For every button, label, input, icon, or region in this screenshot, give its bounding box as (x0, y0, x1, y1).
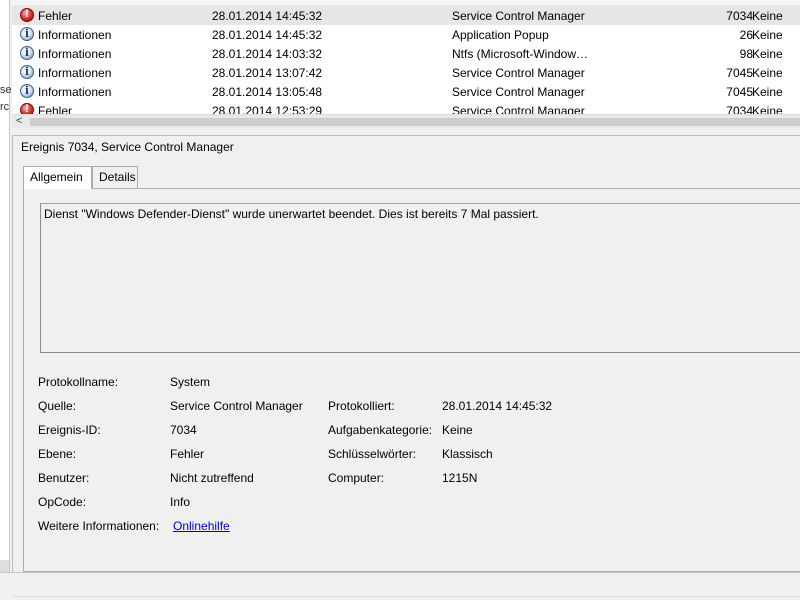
info-icon (20, 27, 34, 41)
event-row[interactable]: Informationen 28.01.2014 14:45:32 Applic… (12, 25, 800, 44)
ebene-label: Ebene: (38, 447, 77, 461)
adjacent-pane-fragment: rc (0, 101, 10, 113)
event-date: 28.01.2014 12:53:29 (212, 104, 323, 114)
event-task-category: Keine (752, 47, 783, 61)
bottom-bar (0, 572, 800, 600)
error-icon (20, 8, 34, 22)
tab-panel-allgemein: Dienst "Windows Defender-Dienst" wurde u… (23, 188, 800, 572)
event-level: Fehler (38, 104, 73, 114)
event-date: 28.01.2014 13:05:48 (212, 85, 323, 99)
event-task-category: Keine (752, 9, 783, 23)
opcode-value: Info (170, 495, 191, 509)
protokollname-label: Protokollname: (38, 375, 119, 389)
aufgabenkategorie-label: Aufgabenkategorie: (328, 423, 433, 437)
event-id: 7034 (726, 9, 753, 23)
event-date: 28.01.2014 14:45:32 (212, 28, 323, 42)
benutzer-value: Nicht zutreffend (170, 471, 254, 485)
event-details-pane: Ereignis 7034, Service Control Manager A… (12, 136, 800, 572)
quelle-value: Service Control Manager (170, 399, 303, 413)
benutzer-label: Benutzer: (38, 471, 90, 485)
event-source: Service Control Manager (452, 9, 585, 23)
event-id: 26 (739, 28, 753, 42)
pane-splitter[interactable] (12, 128, 800, 136)
aufgabenkategorie-value: Keine (442, 423, 473, 437)
event-list[interactable]: Fehler 28.01.2014 14:45:32 Service Contr… (12, 0, 800, 114)
info-icon (20, 65, 34, 79)
ebene-value: Fehler (170, 447, 205, 461)
protokolliert-label: Protokolliert: (328, 399, 395, 413)
event-row[interactable]: Informationen 28.01.2014 13:07:42 Servic… (12, 63, 800, 82)
schluesselwoerter-value: Klassisch (442, 447, 493, 461)
event-level: Informationen (38, 85, 112, 99)
quelle-label: Quelle: (38, 399, 77, 413)
event-details-title: Ereignis 7034, Service Control Manager (21, 140, 234, 154)
event-id: 98 (739, 47, 753, 61)
event-message: Dienst "Windows Defender-Dienst" wurde u… (44, 207, 539, 221)
event-level: Informationen (38, 28, 112, 42)
event-date: 28.01.2014 14:03:32 (212, 47, 323, 61)
tab-allgemein[interactable]: Allgemein (23, 166, 92, 189)
event-source: Ntfs (Microsoft-Window… (452, 47, 589, 61)
schluesselwoerter-label: Schlüsselwörter: (328, 447, 417, 461)
event-task-category: Keine (752, 28, 783, 42)
adjacent-pane-edge: se rc (0, 0, 12, 600)
horizontal-scrollbar[interactable]: < (12, 114, 800, 128)
ereignis-id-value: 7034 (170, 423, 197, 437)
event-message-box[interactable]: Dienst "Windows Defender-Dienst" wurde u… (40, 203, 800, 353)
event-level: Informationen (38, 66, 112, 80)
event-date: 28.01.2014 13:07:42 (212, 66, 323, 80)
event-source: Service Control Manager (452, 104, 585, 114)
event-row[interactable]: Fehler 28.01.2014 12:53:29 Service Contr… (12, 101, 800, 114)
event-id: 7034 (726, 104, 753, 114)
protokollname-value: System (170, 375, 211, 389)
opcode-label: OpCode: (38, 495, 87, 509)
computer-value: 1215N (442, 471, 478, 485)
ereignis-id-label: Ereignis-ID: (38, 423, 101, 437)
event-level: Fehler (38, 9, 73, 23)
info-icon (20, 84, 34, 98)
onlinehilfe-link[interactable]: Onlinehilfe (173, 519, 230, 533)
tab-details[interactable]: Details (92, 166, 138, 188)
error-icon (20, 103, 34, 114)
event-row[interactable]: Informationen 28.01.2014 13:05:48 Servic… (12, 82, 800, 101)
event-row[interactable]: Informationen 28.01.2014 14:03:32 Ntfs (… (12, 44, 800, 63)
weitere-informationen-label: Weitere Informationen: (38, 519, 160, 533)
event-source: Application Popup (452, 28, 549, 42)
protokolliert-value: 28.01.2014 14:45:32 (442, 399, 553, 413)
event-source: Service Control Manager (452, 66, 585, 80)
info-icon (20, 46, 34, 60)
event-source: Service Control Manager (452, 85, 585, 99)
event-id: 7045 (726, 66, 753, 80)
event-id: 7045 (726, 85, 753, 99)
event-task-category: Keine (752, 85, 783, 99)
adjacent-pane-fragment: se (0, 84, 12, 96)
bottom-strip (12, 573, 800, 597)
computer-label: Computer: (328, 471, 385, 485)
scrollbar-thumb[interactable] (30, 118, 800, 126)
event-date: 28.01.2014 14:45:32 (212, 9, 323, 23)
event-task-category: Keine (752, 104, 783, 114)
event-task-category: Keine (752, 66, 783, 80)
event-level: Informationen (38, 47, 112, 61)
event-row[interactable]: Fehler 28.01.2014 14:45:32 Service Contr… (12, 6, 800, 25)
scroll-left-icon[interactable]: < (16, 115, 22, 127)
